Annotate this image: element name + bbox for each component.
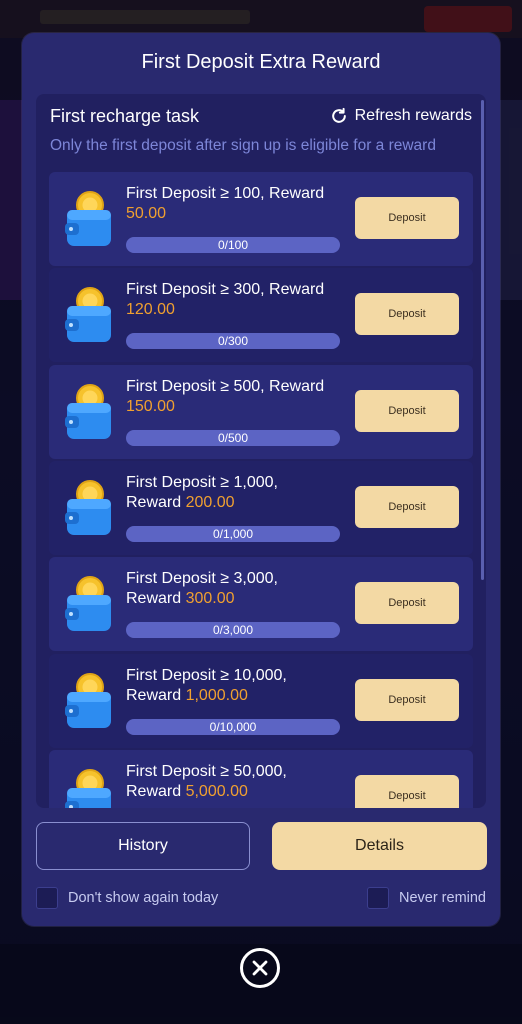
task-reward-amount: 1,000.00: [185, 687, 248, 704]
close-modal-button[interactable]: [240, 948, 280, 988]
task-progress-label: 0/10,000: [209, 720, 257, 734]
task-progress-label: 0/100: [217, 238, 249, 252]
task-item: First Deposit ≥ 500, Reward 150.00 0/500…: [49, 365, 473, 459]
task-reward-prefix: Reward: [126, 687, 186, 704]
eligibility-note: Only the first deposit after sign up is …: [50, 137, 436, 154]
refresh-rewards-label: Refresh rewards: [354, 107, 472, 124]
task-reward-line: 120.00: [126, 300, 346, 320]
task-item: First Deposit ≥ 300, Reward 120.00 0/300…: [49, 268, 473, 362]
deposit-button[interactable]: Deposit: [355, 486, 459, 528]
task-reward-line: Reward 300.00: [126, 589, 346, 609]
task-condition: First Deposit ≥ 100, Reward: [126, 185, 325, 202]
task-progress-bar: 0/10,000: [126, 719, 340, 735]
task-reward-line: 150.00: [126, 397, 346, 417]
task-progress-label: 0/300: [217, 334, 249, 348]
task-description: First Deposit ≥ 1,000, Reward 200.00: [126, 473, 346, 513]
first-deposit-reward-modal: First Deposit Extra Reward First recharg…: [22, 33, 500, 926]
modal-title: First Deposit Extra Reward: [141, 51, 381, 73]
wallet-coin-icon: [65, 673, 111, 728]
task-description: First Deposit ≥ 300, Reward 120.00: [126, 280, 346, 320]
wallet-coin-icon: [65, 480, 111, 535]
task-condition: First Deposit ≥ 300, Reward: [126, 281, 325, 298]
task-condition: First Deposit ≥ 1,000,: [126, 474, 278, 491]
task-reward-amount: 5,000.00: [185, 783, 248, 800]
history-button[interactable]: History: [36, 822, 250, 870]
never-remind-option[interactable]: Never remind: [366, 887, 486, 909]
task-reward-line: 50.00: [126, 204, 346, 224]
never-remind-checkbox[interactable]: [366, 887, 389, 909]
dont-show-today-label: Don't show again today: [68, 890, 219, 906]
task-reward-amount: 150.00: [126, 398, 175, 415]
task-reward-prefix: Reward: [126, 783, 186, 800]
task-progress-label: 0/3,000: [212, 623, 254, 637]
task-header-title: First recharge task: [50, 106, 200, 126]
task-condition: First Deposit ≥ 10,000,: [126, 667, 287, 684]
task-reward-prefix: Reward: [126, 494, 186, 511]
task-item: First Deposit ≥ 1,000, Reward 200.00 0/1…: [49, 461, 473, 555]
task-condition: First Deposit ≥ 50,000,: [126, 763, 287, 780]
task-panel: First recharge task Refresh rewards Only…: [36, 94, 486, 808]
task-progress-bar: 0/3,000: [126, 622, 340, 638]
task-list-scrollbar[interactable]: [481, 100, 484, 580]
task-item: First Deposit ≥ 10,000, Reward 1,000.00 …: [49, 654, 473, 748]
deposit-button[interactable]: Deposit: [355, 197, 459, 239]
task-item: First Deposit ≥ 100, Reward 50.00 0/100 …: [49, 172, 473, 266]
task-progress-bar: 0/500: [126, 430, 340, 446]
task-reward-amount: 50.00: [126, 205, 167, 222]
close-icon: [252, 960, 268, 976]
task-item: First Deposit ≥ 3,000, Reward 300.00 0/3…: [49, 557, 473, 651]
deposit-button[interactable]: Deposit: [355, 582, 459, 624]
task-description: First Deposit ≥ 500, Reward 150.00: [126, 377, 346, 417]
deposit-button[interactable]: Deposit: [355, 293, 459, 335]
dont-show-today-option[interactable]: Don't show again today: [36, 887, 218, 909]
wallet-coin-icon: [65, 769, 111, 808]
task-reward-line: Reward 200.00: [126, 493, 346, 513]
task-reward-amount: 120.00: [126, 301, 175, 318]
task-description: First Deposit ≥ 50,000, Reward 5,000.00: [126, 762, 346, 802]
wallet-coin-icon: [65, 576, 111, 631]
task-progress-label: 0/500: [217, 431, 249, 445]
task-reward-line: Reward 1,000.00: [126, 686, 346, 706]
task-reward-amount: 300.00: [185, 590, 235, 607]
never-remind-label: Never remind: [398, 890, 486, 906]
refresh-icon: [331, 107, 346, 123]
dont-show-today-checkbox[interactable]: [36, 887, 58, 909]
task-description: First Deposit ≥ 3,000, Reward 300.00: [126, 569, 346, 609]
wallet-coin-icon: [65, 191, 111, 246]
task-reward-prefix: Reward: [126, 590, 186, 607]
details-button[interactable]: Details: [272, 822, 487, 870]
task-progress-bar: 0/100: [126, 237, 340, 253]
task-reward-line: Reward 5,000.00: [126, 782, 346, 802]
task-list[interactable]: First Deposit ≥ 100, Reward 50.00 0/100 …: [49, 172, 473, 808]
task-reward-amount: 200.00: [185, 494, 235, 511]
task-progress-bar: 0/300: [126, 333, 340, 349]
deposit-button[interactable]: Deposit: [355, 390, 459, 432]
task-progress-bar: 0/1,000: [126, 526, 340, 542]
wallet-coin-icon: [65, 384, 111, 439]
task-condition: First Deposit ≥ 3,000,: [126, 570, 278, 587]
task-progress-label: 0/1,000: [212, 527, 254, 541]
task-description: First Deposit ≥ 10,000, Reward 1,000.00: [126, 666, 346, 706]
wallet-coin-icon: [65, 287, 111, 342]
task-condition: First Deposit ≥ 500, Reward: [126, 378, 325, 395]
deposit-button[interactable]: Deposit: [355, 775, 459, 808]
task-item: First Deposit ≥ 50,000, Reward 5,000.00 …: [49, 750, 473, 808]
refresh-rewards-button[interactable]: Refresh rewards: [329, 106, 472, 126]
deposit-button[interactable]: Deposit: [355, 679, 459, 721]
task-description: First Deposit ≥ 100, Reward 50.00: [126, 184, 346, 224]
